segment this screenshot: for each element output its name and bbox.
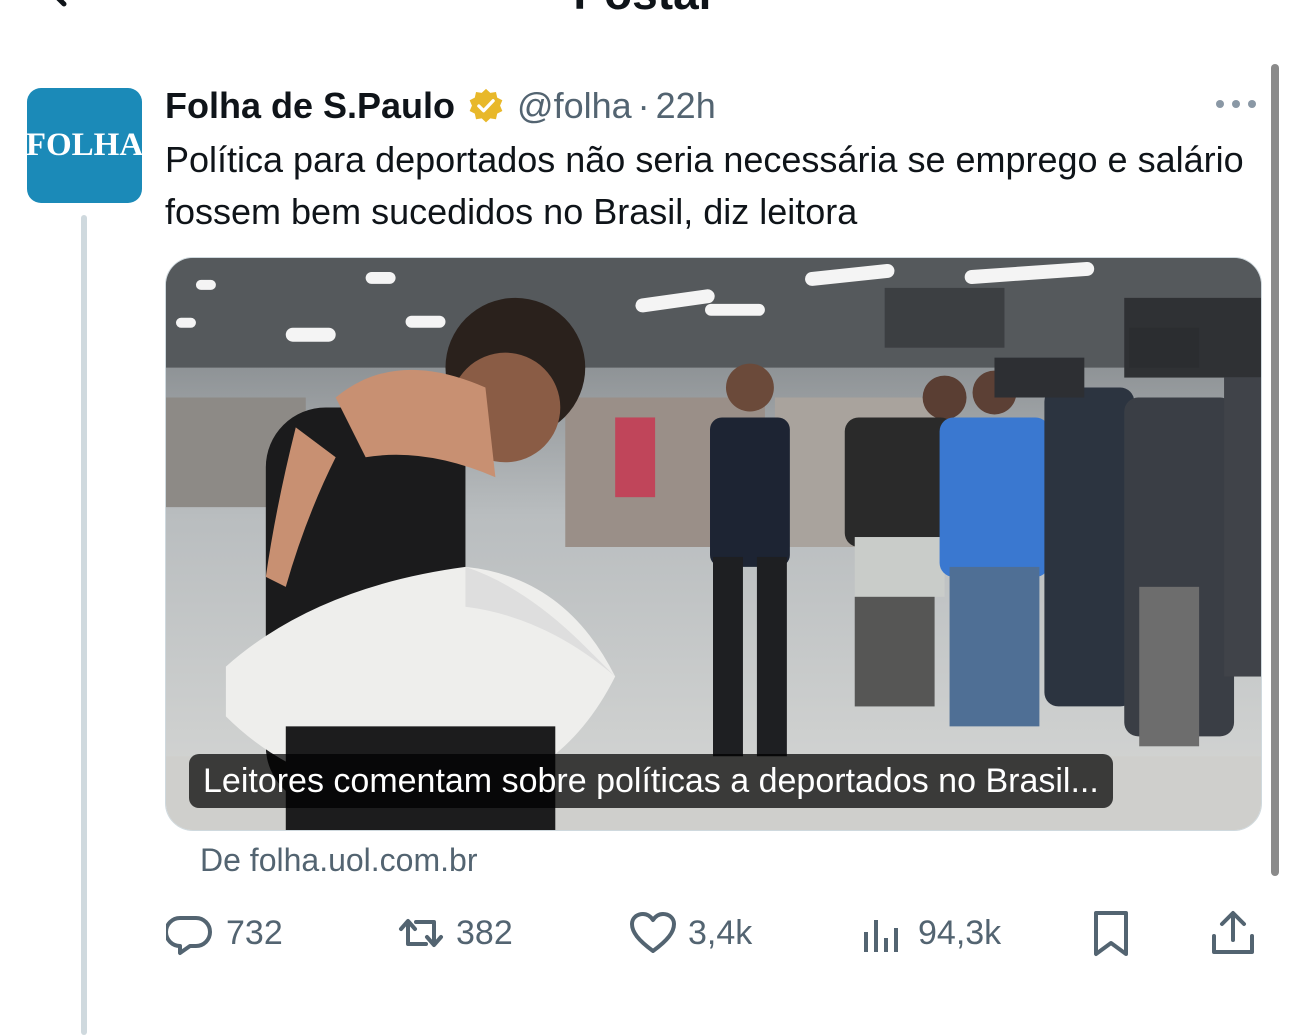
avatar-logo-text: FOLHA xyxy=(25,127,144,163)
reply-icon xyxy=(166,916,212,955)
page-title: Postar xyxy=(0,0,1290,20)
reply-count: 732 xyxy=(226,913,283,952)
views-button[interactable]: 94,3k xyxy=(858,895,1001,971)
views-count: 94,3k xyxy=(918,913,1002,952)
card-photo xyxy=(166,258,1261,830)
share-button[interactable] xyxy=(1208,895,1258,971)
card-source[interactable]: De folha.uol.com.br xyxy=(200,842,477,879)
avatar[interactable]: FOLHA xyxy=(25,88,144,203)
share-icon xyxy=(1212,911,1254,954)
verified-icon[interactable] xyxy=(467,87,505,125)
post-time[interactable]: 22h xyxy=(656,85,716,127)
top-bar: Postar xyxy=(0,0,1290,40)
link-card[interactable]: Leitores comentam sobre políticas a depo… xyxy=(165,257,1262,831)
separator-dot: · xyxy=(637,85,650,126)
bookmark-button[interactable] xyxy=(1086,895,1136,971)
reply-button[interactable]: 732 xyxy=(166,895,283,971)
bookmark-icon xyxy=(1094,911,1128,956)
post-text: Política para deportados não seria neces… xyxy=(165,139,1244,232)
more-icon[interactable] xyxy=(1212,92,1260,116)
like-icon xyxy=(630,912,676,953)
author-name[interactable]: Folha de S.Paulo xyxy=(165,85,455,127)
post-header: Folha de S.Paulo @folha · 22h xyxy=(165,82,716,130)
repost-button[interactable]: 382 xyxy=(396,895,513,971)
card-caption: Leitores comentam sobre políticas a depo… xyxy=(189,754,1113,808)
like-button[interactable]: 3,4k xyxy=(628,895,752,971)
repost-icon xyxy=(399,919,443,947)
action-bar: 732 382 3,4k 94,3k xyxy=(0,895,1290,971)
repost-count: 382 xyxy=(456,913,513,952)
views-icon xyxy=(864,920,898,952)
scrollbar[interactable] xyxy=(1271,64,1279,876)
like-count: 3,4k xyxy=(688,913,753,952)
author-handle[interactable]: @folha xyxy=(517,85,632,127)
